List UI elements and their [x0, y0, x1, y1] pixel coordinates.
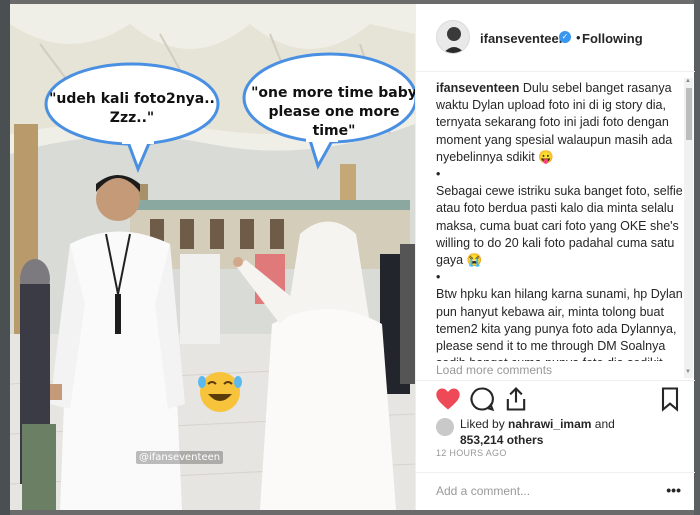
more-options-icon[interactable]: •••: [666, 482, 681, 498]
speech-bubble-right: "one more time baby please one more time…: [251, 85, 415, 139]
caption-text-2: Sebagai cewe istriku suka banget foto, s…: [436, 184, 683, 268]
likes-count[interactable]: 853,214 others: [460, 433, 543, 447]
liked-by-text: Liked by nahrawi_imam and 853,214 others: [460, 416, 615, 448]
following-button[interactable]: Following: [582, 31, 643, 46]
background-edge-left: [0, 0, 10, 515]
heart-icon[interactable]: [434, 385, 462, 413]
post-side-panel: ifanseventeen ✓ • Following ifanseventee…: [415, 4, 695, 510]
caption-scrollbar-thumb[interactable]: [686, 88, 692, 140]
scroll-down-icon[interactable]: ▼: [685, 369, 691, 375]
header-separator: •: [576, 30, 581, 45]
avatar[interactable]: [436, 20, 470, 54]
share-icon[interactable]: [502, 385, 530, 413]
caption-username[interactable]: ifanseventeen: [436, 81, 519, 95]
bookmark-icon[interactable]: [656, 385, 684, 413]
photo-tag[interactable]: @ifanseventeen: [136, 451, 224, 464]
post-timestamp[interactable]: 12 HOURS AGO: [436, 448, 507, 458]
caption-bullet-2: •: [436, 270, 441, 285]
liked-by-user[interactable]: nahrawi_imam: [508, 417, 591, 431]
avatar-image: [437, 21, 469, 53]
caption-bullet-1: •: [436, 167, 441, 182]
background-edge-right: [694, 0, 700, 515]
photo-scene: [10, 4, 415, 510]
speech-bubble-left: "udeh kali foto2nya.. Zzz..": [49, 91, 215, 126]
comment-input[interactable]: Add a comment...: [436, 484, 530, 498]
scroll-up-icon[interactable]: ▲: [685, 78, 691, 84]
liked-by-prefix: Liked by: [460, 417, 505, 431]
post-header: ifanseventeen ✓ • Following: [416, 4, 695, 72]
liker-avatar[interactable]: [436, 418, 454, 436]
verified-icon: ✓: [559, 31, 571, 43]
caption: ifanseventeen Dulu sebel banget rasanya …: [436, 80, 684, 376]
comment-box: Add a comment... •••: [416, 472, 695, 510]
action-bar: [416, 380, 695, 416]
load-more-comments[interactable]: Load more comments: [436, 361, 676, 379]
header-username[interactable]: ifanseventeen: [480, 31, 567, 46]
comment-icon[interactable]: [468, 385, 496, 413]
liked-by-and: and: [594, 417, 615, 431]
post-photo[interactable]: "udeh kali foto2nya.. Zzz.." "one more t…: [10, 4, 415, 510]
